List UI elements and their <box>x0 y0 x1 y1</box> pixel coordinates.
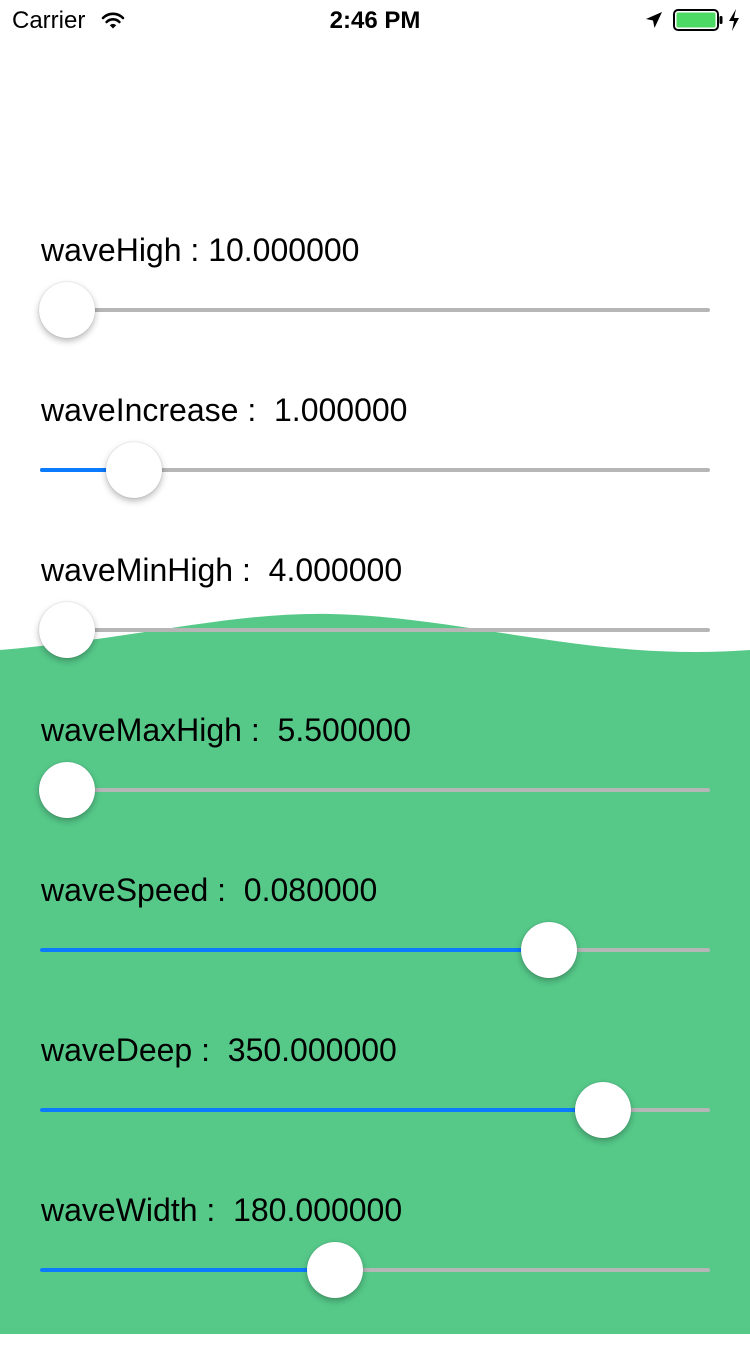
status-bar: Carrier 2:46 PM <box>0 0 750 40</box>
slider-thumb[interactable] <box>39 282 95 338</box>
wave-high-label: waveHigh : 10.000000 <box>41 232 360 268</box>
slider-fill <box>40 948 549 952</box>
wave-deep-slider[interactable] <box>40 1082 710 1138</box>
wave-max-high-label: waveMaxHigh : 5.500000 <box>41 712 411 748</box>
slider-thumb[interactable] <box>39 762 95 818</box>
control-wave-high: waveHigh : 10.000000 <box>0 230 750 390</box>
slider-thumb[interactable] <box>106 442 162 498</box>
slider-fill <box>40 1268 335 1272</box>
charging-bolt-icon <box>729 9 739 31</box>
wave-min-high-slider[interactable] <box>39 602 710 658</box>
battery-icon <box>673 9 723 31</box>
wave-width-slider[interactable] <box>40 1242 710 1298</box>
wave-high-slider[interactable] <box>39 282 710 338</box>
slider-fill <box>40 1108 603 1112</box>
wave-width-label: waveWidth : 180.000000 <box>41 1192 403 1228</box>
control-wave-max-high: waveMaxHigh : 5.500000 <box>0 710 750 870</box>
control-wave-increase: waveIncrease : 1.000000 <box>0 390 750 550</box>
slider-thumb[interactable] <box>575 1082 631 1138</box>
wave-min-high-label: waveMinHigh : 4.000000 <box>41 552 403 588</box>
wave-max-high-slider[interactable] <box>39 762 710 818</box>
wave-speed-slider[interactable] <box>40 922 710 978</box>
slider-track <box>40 628 710 632</box>
wave-increase-slider[interactable] <box>40 442 710 498</box>
slider-thumb[interactable] <box>39 602 95 658</box>
wave-speed-label: waveSpeed : 0.080000 <box>41 872 378 908</box>
control-wave-speed: waveSpeed : 0.080000 <box>0 870 750 1030</box>
slider-thumb[interactable] <box>521 922 577 978</box>
slider-thumb[interactable] <box>307 1242 363 1298</box>
location-arrow-icon <box>646 12 662 28</box>
control-wave-deep: waveDeep : 350.000000 <box>0 1030 750 1190</box>
slider-track <box>40 308 710 312</box>
control-wave-min-high: waveMinHigh : 4.000000 <box>0 550 750 710</box>
slider-track <box>40 788 710 792</box>
wave-deep-label: waveDeep : 350.000000 <box>41 1032 397 1068</box>
wave-controls: waveHigh : 10.000000 waveIncrease : 1.00… <box>0 0 750 1334</box>
control-wave-width: waveWidth : 180.000000 <box>0 1190 750 1350</box>
status-time: 2:46 PM <box>329 7 421 34</box>
wave-increase-label: waveIncrease : 1.000000 <box>41 392 408 428</box>
